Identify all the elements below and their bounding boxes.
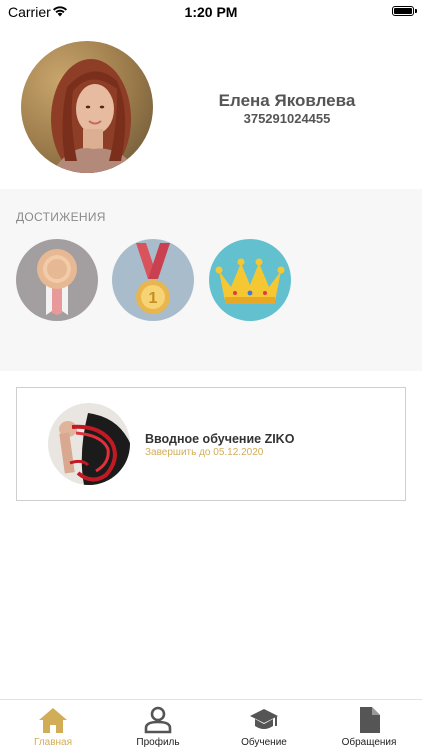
tab-learning[interactable]: Обучение: [212, 700, 316, 751]
home-icon: [39, 708, 67, 733]
achievements-section: ДОСТИЖЕНИЯ 1: [0, 189, 422, 371]
course-title: Вводное обучение ZIKO: [145, 432, 295, 446]
avatar[interactable]: [21, 41, 153, 173]
first-place-medal-icon[interactable]: 1: [112, 239, 194, 321]
tab-requests-label: Обращения: [341, 737, 397, 748]
course-image: [48, 403, 130, 485]
battery-icon: [392, 6, 417, 16]
user-name: Елена Яковлева: [218, 91, 356, 110]
tab-home[interactable]: Главная: [1, 700, 105, 751]
tab-profile[interactable]: Профиль: [106, 700, 210, 751]
tab-profile-label: Профиль: [136, 737, 180, 748]
document-icon: [360, 707, 380, 733]
tab-learning-label: Обучение: [241, 737, 287, 748]
user-phone: 375291024455: [243, 111, 331, 126]
ribbon-medal-icon[interactable]: [16, 239, 98, 321]
tab-requests[interactable]: Обращения: [317, 700, 421, 751]
graduation-cap-icon: [250, 709, 278, 729]
course-deadline: Завершить до 05.12.2020: [145, 447, 264, 458]
achievements-title: ДОСТИЖЕНИЯ: [16, 210, 106, 224]
tab-bar: Главная Профиль Обучение Обращения: [0, 699, 422, 751]
course-card[interactable]: Вводное обучение ZIKO Завершить до 05.12…: [16, 387, 406, 501]
tab-home-label: Главная: [33, 737, 73, 748]
status-bar: Carrier 1:20 PM: [0, 0, 422, 24]
person-icon: [144, 706, 172, 734]
crown-icon[interactable]: [209, 239, 291, 321]
svg-text:1: 1: [149, 290, 158, 307]
clock: 1:20 PM: [184, 4, 238, 20]
